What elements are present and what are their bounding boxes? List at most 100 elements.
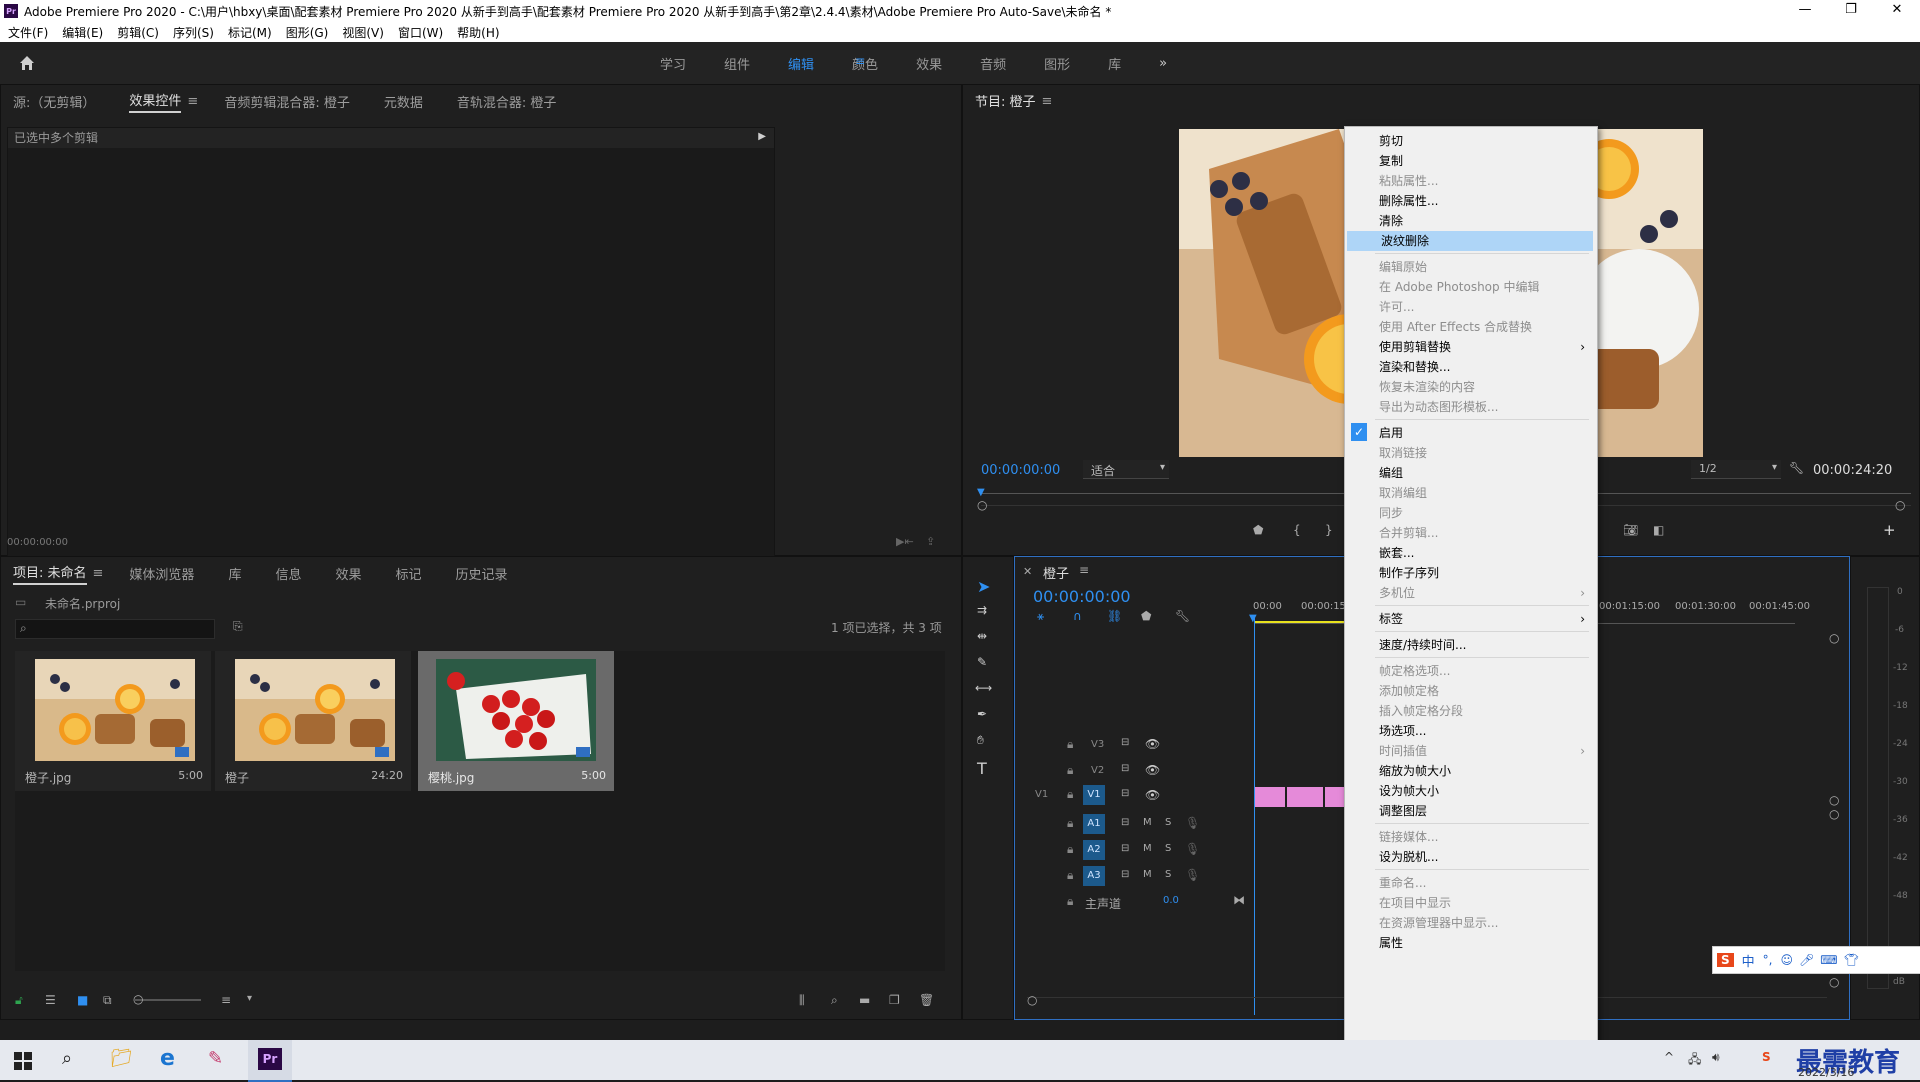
playhead-marker[interactable]: ▼ (1249, 613, 1257, 624)
sequence-tab[interactable]: 橙子 (1043, 563, 1069, 582)
track-lock-icon[interactable]: 🔒︎ (1067, 787, 1073, 802)
track-lock-icon[interactable]: 🔒︎ (1067, 868, 1073, 883)
project-item[interactable]: 橙子.jpg 5:00 (15, 651, 211, 791)
v-scroll-bottom-handle[interactable]: ○ (1829, 975, 1839, 989)
automate-sequence-icon[interactable]: ⫼ (799, 993, 805, 1008)
timeline-timecode[interactable]: 00:00:00:00 (1033, 587, 1131, 606)
workspace-learn[interactable]: 学习 (660, 54, 686, 73)
sync-lock-icon[interactable]: ⊟ (1121, 869, 1129, 880)
menu-sequence[interactable]: 序列(S) (173, 24, 214, 41)
source-patch-v1[interactable]: V1 (1035, 789, 1048, 800)
clip-cherry[interactable] (1325, 787, 1345, 807)
tab-markers[interactable]: 标记 (395, 564, 421, 583)
context-menu-item[interactable]: 启用 ✓ (1345, 423, 1595, 443)
playhead-timecode[interactable]: 00:00:00:00 (981, 463, 1060, 478)
maximize-button[interactable]: ❐ (1828, 0, 1874, 22)
sync-lock-icon[interactable]: ⊟ (1121, 763, 1129, 774)
go-to-in-out-icon[interactable]: ⧓ (1233, 893, 1245, 907)
context-menu-item[interactable]: 制作子序列 (1345, 563, 1595, 583)
scroll-left-handle[interactable]: ○ (1027, 993, 1037, 1007)
zoom-bar-left-handle[interactable]: ○ (977, 498, 987, 512)
workspace-menu-icon[interactable]: ≡ (855, 54, 865, 68)
track-lock-icon[interactable]: 🔒︎ (1067, 763, 1073, 778)
razor-tool-icon[interactable]: ✎ (977, 655, 987, 669)
sogou-tray-icon[interactable]: S (1762, 1050, 1771, 1064)
context-menu-item[interactable]: 嵌套... (1345, 543, 1595, 563)
mute-button[interactable]: M (1143, 869, 1152, 880)
mark-out-icon[interactable]: } (1325, 523, 1333, 537)
file-explorer-icon[interactable]: 📁︎ (110, 1048, 133, 1069)
windows-start-icon[interactable] (14, 1052, 32, 1070)
minimize-button[interactable]: — (1782, 0, 1828, 22)
tab-history[interactable]: 历史记录 (456, 564, 508, 583)
ime-mode-toggle[interactable]: 中 (1742, 951, 1755, 970)
eye-icon[interactable]: 👁︎ (1145, 763, 1160, 777)
tab-audio-track-mixer[interactable]: 音轨混合器: 橙子 (457, 92, 557, 111)
master-volume-value[interactable]: 0.0 (1163, 895, 1179, 906)
nest-toggle-icon[interactable]: ⚹ (1037, 609, 1044, 624)
emoji-icon[interactable]: ☺ (1781, 953, 1794, 967)
context-menu-item[interactable]: 调整图层 (1345, 801, 1595, 821)
track-select-tool-icon[interactable]: ⇉ (977, 603, 987, 617)
slip-tool-icon[interactable]: ⟷ (975, 681, 992, 695)
export-frame-camera-icon[interactable]: 📷︎ (1623, 523, 1638, 537)
context-menu-item[interactable]: 缩放为帧大小 (1345, 761, 1595, 781)
linked-selection-icon[interactable]: ⛓︎ (1107, 609, 1122, 623)
add-marker-icon[interactable]: ⬟ (1141, 609, 1151, 623)
menu-view[interactable]: 视图(V) (342, 24, 384, 41)
list-view-icon[interactable]: ☰ (45, 993, 56, 1007)
taskbar-date[interactable]: 2022/3/16 (1798, 1066, 1854, 1079)
tab-effects[interactable]: 效果 (335, 564, 361, 583)
sync-lock-icon[interactable]: ⊟ (1121, 843, 1129, 854)
workspace-graphics[interactable]: 图形 (1044, 54, 1070, 73)
track-target-a1[interactable]: A1 (1083, 814, 1105, 834)
project-item-selected[interactable]: 樱桃.jpg 5:00 (418, 651, 614, 791)
new-bin-icon[interactable]: ▬ (859, 993, 870, 1007)
track-lock-icon[interactable]: 🔒︎ (1067, 894, 1073, 909)
effect-controls-menu-icon[interactable]: ≡ (187, 94, 198, 109)
punctuation-icon[interactable]: °, (1763, 953, 1773, 967)
menu-window[interactable]: 窗口(W) (398, 24, 443, 41)
resolution-dropdown[interactable]: 1/2 ▾ (1691, 460, 1781, 479)
context-menu-item[interactable]: 清除 (1345, 211, 1595, 231)
sequence-menu-icon[interactable]: ≡ (1079, 563, 1089, 577)
solo-button[interactable]: S (1165, 869, 1171, 880)
tab-effect-controls[interactable]: 效果控件 (129, 90, 182, 113)
voice-icon[interactable]: 🎤︎ (1799, 953, 1814, 967)
freeform-view-icon[interactable]: ⧉ (103, 993, 112, 1008)
network-icon[interactable]: 🖧︎ (1688, 1050, 1701, 1071)
clip-sequence[interactable] (1287, 787, 1323, 807)
workspace-editing[interactable]: 编辑 (788, 54, 814, 73)
tab-project[interactable]: 项目: 未命名 (13, 562, 87, 585)
export-frame-icon[interactable]: ▶⇤ (896, 535, 914, 548)
project-search-input[interactable]: ⌕ (15, 619, 215, 639)
sort-dropdown-icon[interactable]: ▾ (247, 993, 252, 1004)
new-item-icon[interactable]: ❐ (889, 993, 900, 1007)
selection-tool-icon[interactable]: ➤ (977, 577, 990, 596)
context-menu-item[interactable]: 复制 (1345, 151, 1595, 171)
context-menu-item[interactable]: 标签 › (1345, 609, 1595, 629)
tab-media-browser[interactable]: 媒体浏览器 (129, 564, 194, 583)
button-editor-plus-icon[interactable]: + (1883, 521, 1896, 539)
workspace-audio[interactable]: 音频 (980, 54, 1006, 73)
premiere-taskbar-button[interactable]: Pr (248, 1040, 292, 1082)
share-icon[interactable]: ⇪ (926, 535, 935, 548)
hand-tool-icon[interactable]: ✋︎ (977, 733, 984, 748)
mark-in-icon[interactable]: { (1293, 523, 1301, 537)
zoom-bar-right-handle[interactable]: ○ (1895, 498, 1905, 512)
snap-magnet-icon[interactable]: ∩ (1073, 609, 1082, 623)
context-menu-item[interactable]: 删除属性... (1345, 191, 1595, 211)
microphone-icon[interactable]: 🎙︎ (1185, 842, 1200, 856)
zoom-slider[interactable] (135, 999, 201, 1001)
context-menu-item[interactable]: 设为帧大小 (1345, 781, 1595, 801)
tab-metadata[interactable]: 元数据 (384, 92, 423, 111)
tab-info[interactable]: 信息 (275, 564, 301, 583)
program-menu-icon[interactable]: ≡ (1042, 94, 1053, 109)
project-menu-icon[interactable]: ≡ (93, 566, 104, 581)
mute-button[interactable]: M (1143, 817, 1152, 828)
delete-icon[interactable]: 🗑︎ (919, 993, 934, 1007)
track-lock-icon[interactable]: 🔒︎ (1067, 816, 1073, 831)
tab-source[interactable]: 源:（无剪辑） (13, 92, 95, 111)
lock-icon[interactable]: 🔓︎ (15, 993, 23, 1008)
close-sequence-icon[interactable]: ✕ (1023, 565, 1032, 578)
